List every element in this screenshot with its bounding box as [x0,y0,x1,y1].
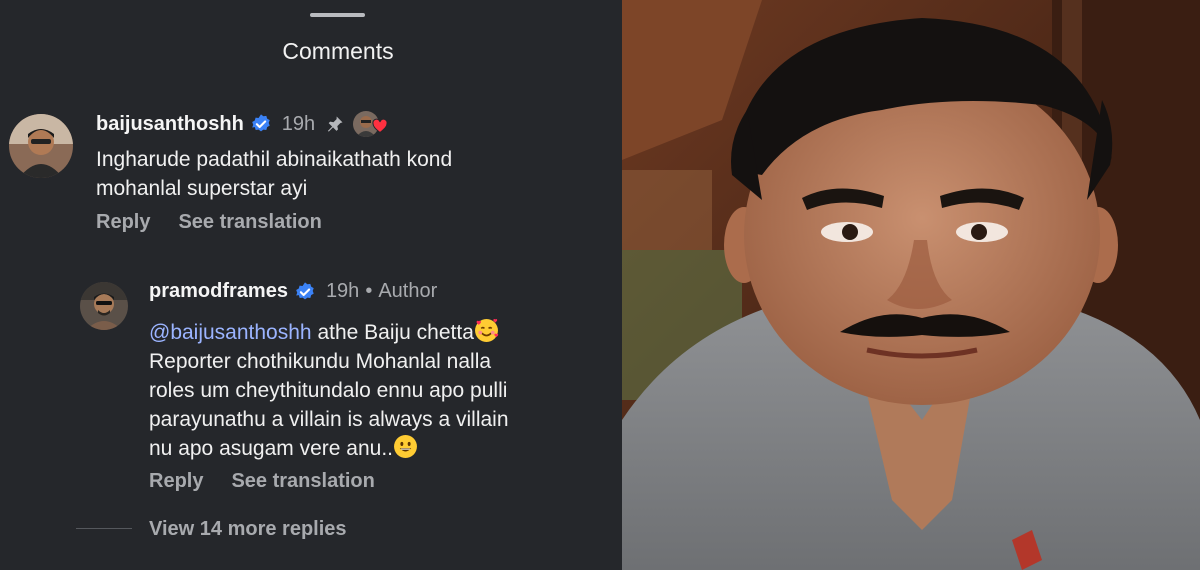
view-more-replies-button[interactable]: View 14 more replies [149,518,347,541]
reply-time: 19h [325,280,360,302]
reply-actions: Reply See translation [149,470,375,493]
comment-time: 19h [281,112,316,135]
heart-icon [372,118,388,134]
verified-badge-icon [250,113,272,135]
verified-badge-icon [294,281,316,303]
divider [76,528,132,529]
comment-text: Ingharude padathil abinaikathath kond mo… [96,148,453,200]
comment-meta: baijusanthoshh 19h [96,110,391,138]
separator-dot: • [365,280,373,302]
reply-button[interactable]: Reply [96,211,150,234]
author-liked-indicator [351,110,391,138]
see-translation-button[interactable]: See translation [231,470,374,493]
see-translation-button[interactable]: See translation [178,211,321,234]
reply-username[interactable]: pramodframes [149,280,288,303]
sheet-drag-handle[interactable] [310,13,365,17]
sheet-title: Comments [282,38,394,64]
smiling-face-with-hearts-emoji [474,318,499,343]
author-label: Author [378,280,438,302]
comment-username[interactable]: baijusanthoshh [96,113,244,136]
reply-meta: pramodframes 19h • Author [149,280,437,303]
reply-text-first: athe Baiju chetta [311,321,474,344]
portrait-photo [622,0,1200,570]
reply-button[interactable]: Reply [149,470,203,493]
reply-text: @baijusanthoshh athe Baiju chetta Report… [149,318,609,463]
mention-link[interactable]: @baijusanthoshh [149,321,312,344]
comments-sheet: Comments baijusanthoshh 19h Ingharude pa… [0,0,622,570]
reply-text-rest: Reporter chothikundu Mohanlal nalla role… [149,350,509,460]
grinning-face-emoji [393,434,418,459]
avatar[interactable] [80,282,128,330]
pin-icon [325,114,345,134]
comment-actions: Reply See translation [96,211,322,234]
avatar[interactable] [9,114,73,178]
